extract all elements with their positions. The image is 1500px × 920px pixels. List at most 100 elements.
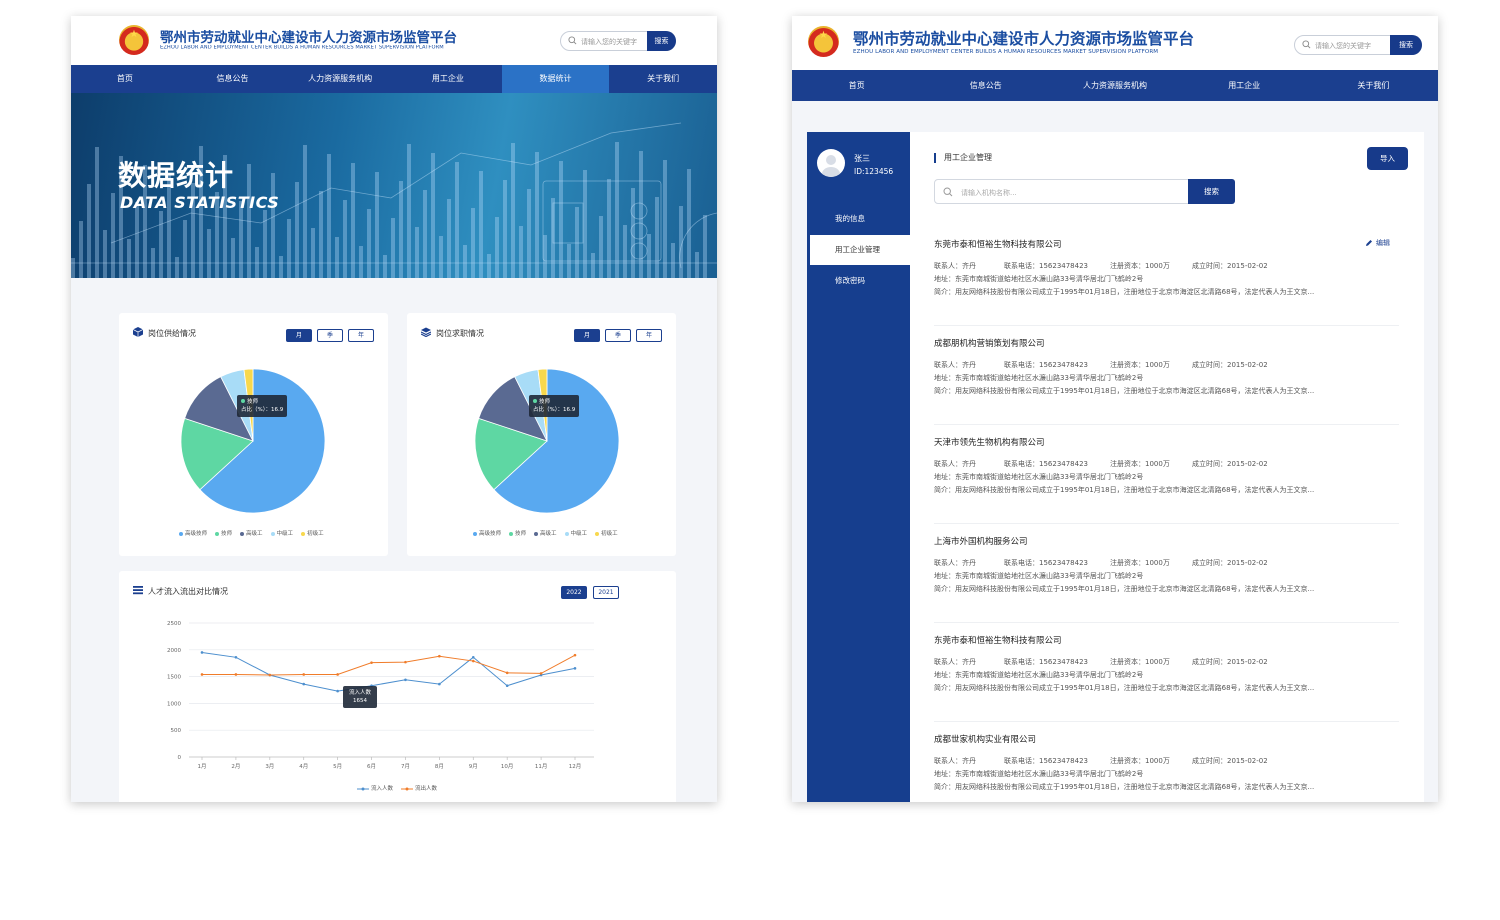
legend-item[interactable]: 中级工 [564, 529, 587, 537]
org-capital: 注册资本：1000万 [1110, 460, 1170, 468]
tooltip-label: 流入人数 [349, 690, 372, 696]
data-point[interactable] [234, 673, 238, 676]
x-tick-label: 3月 [265, 763, 274, 770]
y-tick-label: 2500 [167, 621, 181, 627]
org-list-item[interactable]: 成都世家机构实业有限公司 联系人：齐丹 联系电话：15623478423 注册资本：1… [934, 733, 1399, 802]
data-point[interactable] [471, 656, 475, 659]
org-name[interactable]: 上海市外国机构服务公司 [934, 535, 1028, 547]
data-point[interactable] [471, 659, 475, 663]
search-button[interactable]: 搜索 [1390, 35, 1422, 55]
legend-dot [270, 531, 275, 536]
pie-legend: 高级技师 技师 高级工 中级工 初级工 [473, 529, 626, 537]
data-point[interactable] [336, 673, 339, 676]
org-address: 地址：东莞市南城街道蛤地社区水濂山路33号清华居北门飞鹤岭2号 [934, 275, 1144, 283]
legend-item[interactable]: 高级技师 [179, 529, 207, 537]
legend-label: 高级工 [246, 531, 263, 537]
nav-item[interactable]: 人力资源服务机构 [1050, 70, 1179, 101]
data-point[interactable] [404, 678, 407, 682]
org-address: 地址：东莞市南城街道蛤地社区水濂山路33号清华居北门飞鹤岭2号 [934, 572, 1144, 580]
org-name[interactable]: 东莞市泰和恒裕生物科技有限公司 [934, 634, 1062, 646]
org-contact: 联系人：齐丹 [934, 262, 976, 270]
nav-item[interactable]: 数据统计 [501, 65, 610, 93]
legend-item[interactable]: 初级工 [595, 529, 618, 537]
data-point[interactable] [404, 660, 407, 664]
legend-label: 初级工 [601, 531, 618, 537]
legend-swatch [401, 787, 414, 790]
data-point[interactable] [370, 661, 373, 664]
series-line [202, 654, 576, 676]
nav-item[interactable]: 用工企业 [1180, 70, 1309, 101]
data-point[interactable] [438, 654, 441, 658]
org-capital: 注册资本：1000万 [1110, 757, 1170, 765]
data-point[interactable] [302, 673, 306, 676]
sidebar-item-my-info[interactable]: 我的信息 [807, 204, 910, 234]
org-address: 地址：东莞市南城街道蛤地社区水濂山路33号清华居北门飞鹤岭2号 [934, 671, 1144, 679]
data-point[interactable] [505, 684, 509, 688]
org-address: 地址：东莞市南城街道蛤地社区水濂山路33号清华居北门飞鹤岭2号 [934, 473, 1144, 481]
nav-item[interactable]: 用工企业 [394, 65, 502, 93]
org-address: 地址：东莞市南城街道蛤地社区水濂山路33号清华居北门飞鹤岭2号 [934, 770, 1144, 778]
legend-item[interactable]: 技师 [509, 529, 526, 537]
data-point[interactable] [302, 682, 306, 686]
data-point[interactable] [539, 672, 543, 675]
org-intro: 简介：用友网络科技股份有限公司成立于1995年01月18日，注册地位于北京市海淀… [934, 585, 1315, 593]
data-point[interactable] [573, 667, 577, 670]
nav-item[interactable]: 信息公告 [921, 70, 1050, 101]
org-search-button[interactable]: 搜索 [1188, 179, 1235, 204]
data-point[interactable] [505, 671, 509, 675]
import-button[interactable]: 导入 [1367, 147, 1408, 170]
nav-item[interactable]: 首页 [71, 65, 179, 93]
org-contact: 联系人：齐丹 [934, 559, 976, 567]
org-list-item[interactable]: 东莞市泰和恒裕生物科技有限公司 联系人：齐丹 联系电话：15623478423 注册资… [934, 634, 1399, 722]
data-point[interactable] [234, 656, 238, 659]
org-name[interactable]: 天津市领先生物机构有限公司 [934, 436, 1045, 448]
legend-item[interactable]: 高级工 [534, 529, 557, 537]
avatar[interactable] [817, 149, 845, 177]
banner-subtitle: DATA STATISTICS [120, 193, 280, 212]
legend-item[interactable]: 中级工 [270, 529, 293, 537]
org-list-item[interactable]: 天津市领先生物机构有限公司 联系人：齐丹 联系电话：15623478423 注册资本：… [934, 436, 1399, 524]
org-list-item[interactable]: 东莞市泰和恒裕生物科技有限公司 编辑 联系人：齐丹 联系电话：15623478423 注… [934, 238, 1399, 326]
legend-item[interactable]: 高级工 [240, 529, 263, 537]
nav-item[interactable]: 人力资源服务机构 [286, 65, 394, 93]
legend-item[interactable]: 技师 [215, 529, 232, 537]
data-point[interactable] [200, 651, 204, 654]
data-point[interactable] [573, 653, 577, 657]
nav-item[interactable]: 关于我们 [1309, 70, 1438, 101]
org-name[interactable]: 东莞市泰和恒裕生物科技有限公司 [934, 238, 1062, 250]
search-input[interactable]: 请输入您的关键字 搜索 [1294, 35, 1422, 55]
search-input[interactable]: 请输入您的关键字 搜索 [560, 31, 676, 51]
legend-item[interactable]: 高级技师 [473, 529, 501, 537]
data-point[interactable] [438, 682, 441, 686]
org-address: 地址：东莞市南城街道蛤地社区水濂山路33号清华居北门飞鹤岭2号 [934, 374, 1144, 382]
pie-legend: 高级技师 技师 高级工 中级工 初级工 [179, 529, 332, 537]
legend-item[interactable]: 流出人数 [401, 784, 437, 792]
search-button[interactable]: 搜索 [647, 31, 676, 51]
company-management-page: ★ 鄂州市劳动就业中心建设市人力资源市场监管平台 EZHOU LABOR AND… [792, 16, 1438, 802]
org-name[interactable]: 成都世家机构实业有限公司 [934, 733, 1036, 745]
legend-item[interactable]: 流入人数 [357, 784, 393, 792]
nav-item[interactable]: 关于我们 [609, 65, 717, 93]
sidebar-item-company-management[interactable]: 用工企业管理 [807, 235, 910, 265]
job-seeking-card: 岗位求职情况 月 季 年 技师 占比（%）：16.9 高级技师 技师 高级工 中级工初… [407, 313, 676, 556]
tooltip-label: 技师 [247, 399, 259, 405]
nav-item[interactable]: 信息公告 [179, 65, 287, 93]
main-content: 用工企业管理 导入 请输入机构名称... 搜索 东莞市泰和恒裕生物科技有限公司 编… [910, 132, 1424, 802]
org-list-item[interactable]: 上海市外国机构服务公司 联系人：齐丹 联系电话：15623478423 注册资本：10… [934, 535, 1399, 623]
org-contact: 联系人：齐丹 [934, 361, 976, 369]
tooltip-value: 1654 [353, 698, 367, 704]
org-list-item[interactable]: 成都朋机构营销策划有限公司 联系人：齐丹 联系电话：15623478423 注册资本：… [934, 337, 1399, 425]
edit-button[interactable]: 编辑 [1365, 238, 1390, 248]
org-phone: 联系电话：15623478423 [1004, 757, 1088, 765]
org-name[interactable]: 成都朋机构营销策划有限公司 [934, 337, 1045, 349]
legend-dot [595, 531, 600, 536]
data-point[interactable] [200, 673, 204, 676]
sidebar-item-change-password[interactable]: 修改密码 [807, 266, 910, 296]
y-tick-label: 1000 [167, 701, 181, 707]
nav-item[interactable]: 首页 [792, 70, 921, 101]
site-title: 鄂州市劳动就业中心建设市人力资源市场监管平台 [160, 30, 457, 46]
legend-item[interactable]: 初级工 [301, 529, 324, 537]
data-point[interactable] [268, 673, 272, 677]
org-search-input[interactable]: 请输入机构名称... [934, 179, 1189, 204]
data-point[interactable] [336, 689, 339, 693]
